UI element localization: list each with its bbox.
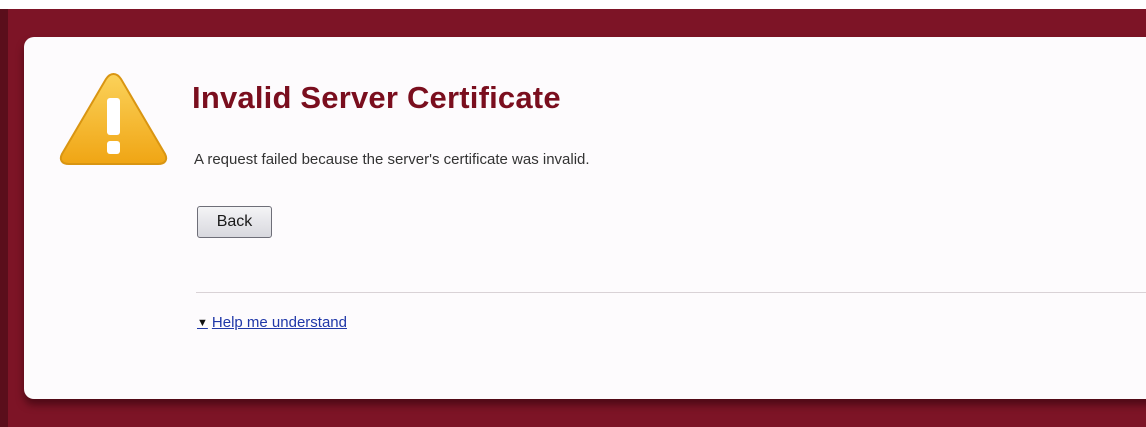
error-page-frame [0,9,1146,427]
page-title: Invalid Server Certificate [192,80,561,115]
help-link-label: Help me understand [211,314,347,331]
top-strip [0,0,1146,9]
divider [196,292,1146,293]
help-me-understand-link[interactable]: ▼ Help me understand [197,314,347,331]
warning-icon [59,72,168,165]
error-message: A request failed because the server's ce… [194,151,590,168]
triangle-down-icon: ▼ [197,317,208,329]
back-button[interactable]: Back [197,206,272,238]
frame-left-edge [0,9,8,427]
